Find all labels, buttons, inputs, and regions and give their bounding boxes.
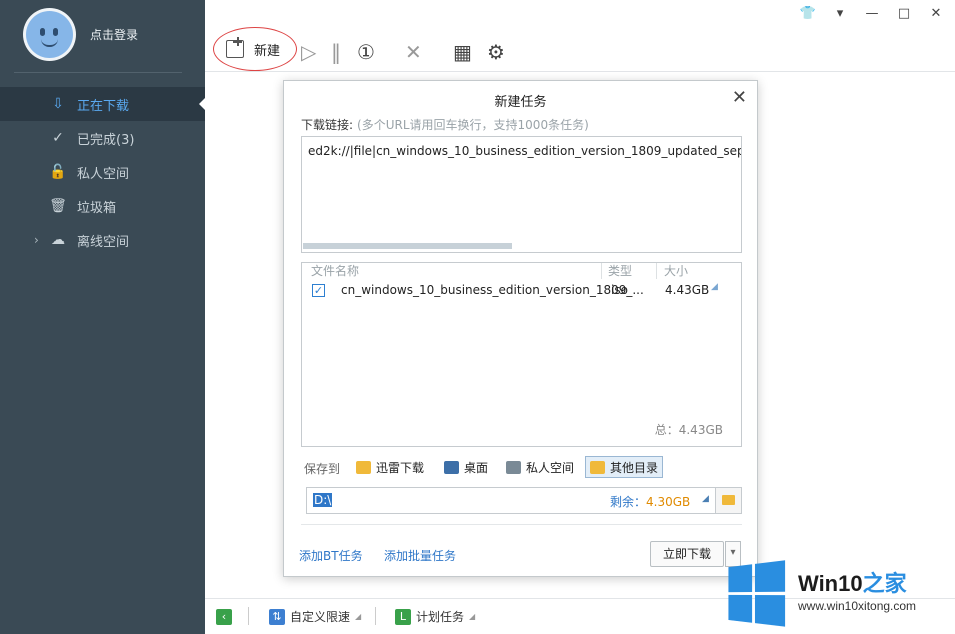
- link-label-text: 下载链接:: [301, 118, 354, 132]
- sidebar: 点击登录 ⇩ 正在下载 ✓ 已完成(3) 🔓 私人空间 🗑 垃圾箱 › ☁ 离线…: [0, 0, 205, 634]
- column-header-type: 类型: [608, 264, 633, 278]
- new-task-dialog: 新建任务 ✕ 下载链接: (多个URL请用回车换行，支持1000条任务) ed2k…: [283, 80, 758, 577]
- minimize-icon[interactable]: —: [863, 6, 881, 21]
- download-now-button[interactable]: 立即下载: [650, 541, 724, 567]
- total-size: 总：4.43GB: [654, 423, 723, 437]
- avatar[interactable]: [23, 8, 76, 61]
- table-row[interactable]: ✓ cn_windows_10_business_edition_version…: [302, 282, 741, 300]
- link-hint: (多个URL请用回车换行，支持1000条任务): [357, 118, 589, 132]
- column-header-name: 文件名称: [311, 264, 360, 278]
- file-size: 4.43GB: [665, 283, 710, 297]
- save-option-label: 其他目录: [610, 460, 659, 475]
- limit-icon[interactable]: ①: [357, 40, 375, 64]
- private-space-icon: [506, 460, 521, 474]
- column-header-size: 大小: [664, 264, 689, 278]
- save-option-other[interactable]: 其他目录: [585, 456, 664, 478]
- lock-icon: 🔓: [49, 164, 67, 180]
- link-label: 下载链接: (多个URL请用回车换行，支持1000条任务): [301, 116, 589, 133]
- dialog-title: 新建任务: [494, 95, 547, 110]
- trash-icon: 🗑: [49, 198, 67, 214]
- file-table: 文件名称 类型 大小 ✓ cn_windows_10_business_edit…: [301, 262, 742, 447]
- watermark-brand-prefix: Win10: [798, 571, 863, 596]
- pause-icon[interactable]: ‖: [331, 40, 341, 64]
- close-icon[interactable]: ✕: [732, 87, 747, 108]
- sidebar-item-offline-space[interactable]: › ☁ 离线空间: [0, 223, 205, 257]
- play-icon[interactable]: ▷: [301, 40, 316, 64]
- save-to-label: 保存到: [304, 462, 341, 476]
- folder-icon: [356, 460, 371, 474]
- dropdown-icon: ◢: [355, 612, 362, 621]
- watermark-brand: Win10之家: [798, 566, 907, 598]
- speed-icon: ⇅: [269, 608, 285, 625]
- sidebar-item-completed[interactable]: ✓ 已完成(3): [0, 121, 205, 155]
- dropdown-icon: ◢: [469, 612, 476, 621]
- schedule-icon: L: [395, 608, 411, 625]
- sidebar-item-label: 已完成(3): [77, 132, 135, 148]
- save-option-xunlei[interactable]: 迅雷下载: [352, 456, 428, 478]
- url-value: ed2k://|file|cn_windows_10_business_edit…: [308, 144, 742, 158]
- sidebar-item-downloading[interactable]: ⇩ 正在下载: [0, 87, 205, 121]
- save-path-value: D:\: [313, 493, 333, 507]
- save-option-label: 私人空间: [526, 460, 575, 475]
- save-option-private[interactable]: 私人空间: [502, 456, 578, 478]
- cloud-icon: ☁: [51, 232, 65, 248]
- maximize-icon[interactable]: □: [895, 6, 913, 21]
- sidebar-item-label: 私人空间: [77, 166, 130, 182]
- save-option-desktop[interactable]: 桌面: [440, 456, 492, 478]
- grid-icon[interactable]: ▦: [453, 40, 472, 64]
- file-name: cn_windows_10_business_edition_version_1…: [341, 283, 644, 297]
- new-task-label: 新建: [254, 43, 281, 59]
- save-path-input[interactable]: D:\ 剩余：4.30GB ◢: [306, 487, 742, 514]
- resize-icon: ◢: [711, 282, 718, 292]
- browse-folder-button[interactable]: [715, 488, 741, 513]
- divider: [301, 524, 742, 525]
- window-controls: 👕 ▾ — □ ✕: [799, 6, 945, 21]
- add-batch-task-link[interactable]: 添加批量任务: [384, 547, 456, 564]
- speed-limit-label: 自定义限速: [290, 610, 351, 624]
- dropdown-icon[interactable]: ◢: [702, 494, 709, 504]
- sidebar-item-label: 正在下载: [77, 98, 130, 114]
- avatar-face-icon: [26, 11, 73, 58]
- sidebar-nav: ⇩ 正在下载 ✓ 已完成(3) 🔓 私人空间 🗑 垃圾箱 › ☁ 离线空间: [0, 87, 205, 257]
- save-option-label: 迅雷下载: [376, 460, 425, 475]
- folder-icon: [590, 460, 605, 474]
- schedule-label: 计划任务: [416, 610, 465, 624]
- url-input[interactable]: ed2k://|file|cn_windows_10_business_edit…: [301, 136, 742, 253]
- schedule-task-button[interactable]: L 计划任务 ◢: [395, 608, 475, 625]
- sidebar-item-label: 垃圾箱: [77, 200, 117, 216]
- file-type: iso: [611, 283, 628, 297]
- windows-logo-icon: [728, 560, 786, 628]
- skin-icon[interactable]: 👕: [799, 6, 817, 21]
- free-space-value: 4.30GB: [646, 495, 691, 509]
- settings-icon[interactable]: ⚙: [487, 40, 505, 64]
- chevron-right-icon[interactable]: ›: [34, 233, 39, 247]
- menu-icon[interactable]: ▾: [831, 6, 849, 21]
- close-icon[interactable]: ✕: [927, 6, 945, 21]
- sidebar-item-private-space[interactable]: 🔓 私人空间: [0, 155, 205, 189]
- free-space: 剩余：4.30GB: [610, 493, 690, 510]
- horizontal-scrollbar[interactable]: [303, 243, 512, 249]
- check-circle-icon: ✓: [52, 130, 64, 146]
- watermark-url: www.win10xitong.com: [798, 599, 917, 613]
- table-header: 文件名称 类型 大小: [302, 263, 741, 279]
- collapse-icon[interactable]: ‹: [216, 608, 232, 625]
- speed-limit-button[interactable]: ⇅ 自定义限速 ◢: [269, 608, 361, 625]
- delete-icon[interactable]: ✕: [405, 40, 422, 64]
- login-link[interactable]: 点击登录: [90, 26, 138, 43]
- checkbox[interactable]: ✓: [312, 284, 325, 297]
- add-bt-task-link[interactable]: 添加BT任务: [299, 547, 363, 564]
- new-task-button[interactable]: 新建: [213, 27, 297, 71]
- new-file-icon: [226, 37, 244, 58]
- save-option-label: 桌面: [464, 460, 489, 475]
- watermark-brand-suffix: 之家: [862, 571, 907, 596]
- watermark: Win10之家 www.win10xitong.com: [718, 554, 955, 634]
- sidebar-item-trash[interactable]: 🗑 垃圾箱: [0, 189, 205, 223]
- sidebar-divider: [14, 72, 182, 73]
- sidebar-item-label: 离线空间: [77, 234, 130, 250]
- free-space-label: 剩余：: [610, 495, 647, 509]
- download-icon: ⇩: [52, 96, 64, 112]
- desktop-icon: [444, 460, 459, 474]
- toolbar: 👕 ▾ — □ ✕ 新建 ▷ ‖ ① ✕ ▦ ⚙: [205, 0, 955, 72]
